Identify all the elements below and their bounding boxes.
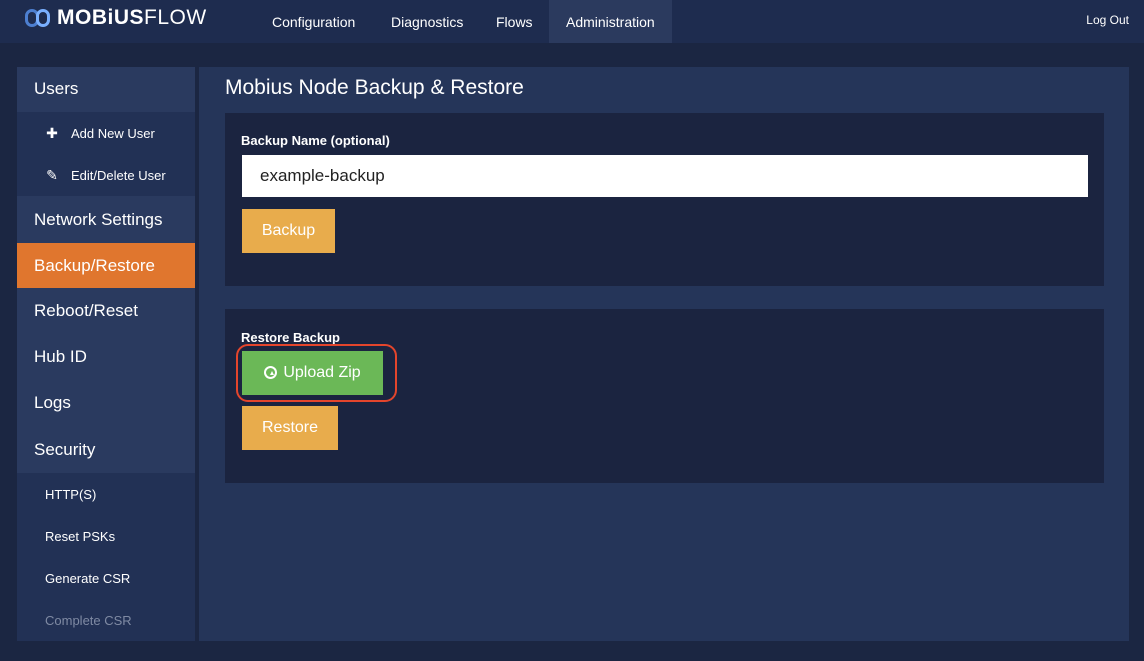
nav-tab-administration[interactable]: Administration [549, 0, 672, 43]
plus-icon: ✚ [46, 124, 58, 141]
sidebar-item-security[interactable]: Security [17, 428, 195, 472]
backup-name-label: Backup Name (optional) [241, 133, 390, 148]
logout-link[interactable]: Log Out [1086, 0, 1129, 40]
sidebar-item-complete-csr: Complete CSR [17, 599, 195, 641]
sidebar-item-add-new-user[interactable]: ✚ Add New User [17, 112, 195, 154]
sidebar-item-reboot-reset[interactable]: Reboot/Reset [17, 289, 195, 333]
top-navbar: MOBiUS FLOW Configuration Diagnostics Flo… [0, 0, 1144, 43]
sidebar-item-network-settings[interactable]: Network Settings [17, 198, 195, 242]
sidebar-item-generate-csr[interactable]: Generate CSR [17, 557, 195, 599]
pencil-icon: ✎ [46, 166, 58, 183]
sidebar-item-backup-restore[interactable]: Backup/Restore [17, 243, 195, 288]
upload-zip-button[interactable]: Upload Zip [242, 351, 383, 395]
sidebar-item-label: Edit/Delete User [71, 167, 166, 183]
restore-button[interactable]: Restore [242, 406, 338, 450]
mobiusflow-logo[interactable]: MOBiUS FLOW [25, 6, 207, 30]
sidebar-item-logs[interactable]: Logs [17, 381, 195, 425]
upload-zip-label: Upload Zip [283, 364, 361, 381]
sidebar-item-label: Add New User [71, 125, 155, 141]
backup-button[interactable]: Backup [242, 209, 335, 253]
restore-backup-label: Restore Backup [241, 330, 340, 345]
logo-text-bold: MOBiUS [57, 6, 144, 29]
sidebar-item-users[interactable]: Users [17, 67, 195, 111]
sidebar-item-hub-id[interactable]: Hub ID [17, 335, 195, 379]
page-title: Mobius Node Backup & Restore [225, 76, 524, 99]
sidebar-item-reset-psks[interactable]: Reset PSKs [17, 515, 195, 557]
logo-icon [25, 9, 51, 27]
admin-sidebar: Users ✚ Add New User ✎ Edit/Delete User … [17, 67, 195, 641]
backup-name-input[interactable] [242, 155, 1088, 197]
sidebar-item-https[interactable]: HTTP(S) [17, 473, 195, 515]
upload-circle-icon [264, 365, 278, 379]
nav-tab-flows[interactable]: Flows [479, 0, 550, 43]
sidebar-item-edit-delete-user[interactable]: ✎ Edit/Delete User [17, 154, 195, 196]
main-content: Mobius Node Backup & Restore Backup Name… [199, 67, 1129, 641]
nav-tab-diagnostics[interactable]: Diagnostics [374, 0, 480, 43]
nav-tab-configuration[interactable]: Configuration [255, 0, 372, 43]
backup-card: Backup Name (optional) Backup [225, 113, 1104, 286]
restore-card: Restore Backup Upload Zip Restore [225, 309, 1104, 483]
logo-text-light: FLOW [144, 6, 207, 29]
